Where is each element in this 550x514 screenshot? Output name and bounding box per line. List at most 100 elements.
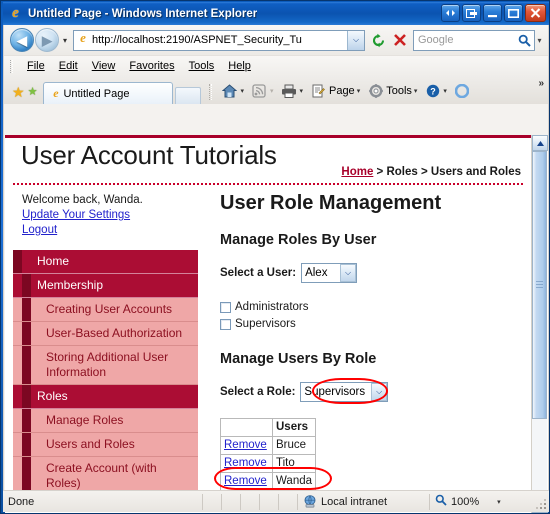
table-row: Remove Bruce [220, 436, 317, 455]
sidebar-item-roles[interactable]: Roles [13, 385, 198, 409]
table-cell-user: Bruce [271, 436, 317, 455]
forward-arrow-icon[interactable]: ▶ [35, 28, 59, 52]
remove-link-tito[interactable]: Remove [224, 457, 267, 469]
browser-window: e Untitled Page - Windows Internet Explo… [0, 0, 550, 514]
users-table-wrap: Users Remove Bruce Remove Tito Remove Wa… [214, 418, 332, 491]
search-provider-caret-icon[interactable]: ▾ [535, 36, 544, 45]
resize-grip[interactable] [536, 499, 547, 510]
security-zone[interactable]: Local intranet [298, 493, 430, 510]
chevron-down-icon[interactable]: ⌵ [340, 264, 357, 282]
forward-glyph: ▶ [42, 32, 52, 48]
menu-item-file-label: File [27, 60, 45, 72]
help-button[interactable]: ? ▾ [421, 81, 450, 100]
table-header-action [220, 418, 273, 437]
role-dropdown[interactable]: Supervisors ⌵ [300, 382, 389, 402]
stop-icon[interactable] [389, 29, 411, 51]
remove-link-bruce[interactable]: Remove [224, 439, 267, 451]
toolbar-separator [209, 84, 213, 100]
update-settings-link[interactable]: Update Your Settings [22, 208, 198, 223]
zoom-control[interactable]: 100% ▾ [430, 494, 506, 510]
browser-chrome: ◀ ▶ ▾ e http://localhost:2190/ASPNET_Sec… [3, 25, 549, 513]
restore-tabs-button[interactable] [441, 4, 460, 22]
minimize-group-button[interactable] [462, 4, 481, 22]
status-pane-3 [241, 493, 260, 510]
menu-item-view[interactable]: View [85, 58, 123, 74]
checkbox-label-administrators: Administrators [235, 301, 309, 313]
zoom-caret-icon[interactable]: ▾ [497, 498, 501, 506]
user-dropdown-value: Alex [305, 267, 328, 279]
sidebar-item-manage-roles[interactable]: Manage Roles [13, 409, 198, 433]
search-input[interactable]: Google [413, 29, 535, 51]
checkbox-row-supervisors[interactable]: Supervisors [220, 316, 520, 332]
toolbar-overflow-icon[interactable]: » [538, 78, 544, 89]
checkbox-row-administrators[interactable]: Administrators [220, 299, 520, 315]
scrollbar-track[interactable] [532, 151, 547, 497]
table-header-users: Users [271, 418, 317, 437]
chevron-down-icon[interactable]: ⌵ [347, 30, 364, 50]
tools-menu-button[interactable]: Tools ▾ [364, 81, 420, 100]
vertical-scrollbar[interactable] [531, 135, 548, 513]
breadcrumb-home-link[interactable]: Home [341, 166, 373, 178]
site-title: User Account Tutorials [21, 140, 277, 170]
logout-link[interactable]: Logout [22, 223, 198, 238]
address-input[interactable]: e http://localhost:2190/ASPNET_Security_… [73, 29, 365, 51]
sidebar-item-storing-additional-user-information[interactable]: Storing Additional User Information [13, 346, 198, 385]
remove-link-wanda[interactable]: Remove [224, 475, 267, 487]
svg-text:?: ? [430, 86, 436, 96]
menu-item-tools-label: Tools [188, 60, 215, 72]
menu-item-favorites-label: Favorites [129, 60, 175, 72]
add-favorite-star-icon[interactable]: ★ [28, 86, 38, 98]
menu-item-favorites[interactable]: Favorites [122, 58, 181, 74]
tools-caret-icon: ▾ [413, 87, 418, 95]
table-cell-action: Remove [220, 454, 273, 473]
scrollbar-thumb[interactable] [532, 151, 547, 419]
menu-item-file[interactable]: File [20, 58, 52, 74]
home-button[interactable]: ▾ [218, 81, 247, 100]
table-cell-user: Wanda [271, 472, 317, 491]
sidebar-item-creating-user-accounts[interactable]: Creating User Accounts [13, 298, 198, 322]
status-pane-4 [260, 493, 279, 510]
status-bar: Done Local intranet 100% ▾ [3, 490, 549, 512]
chevron-down-icon[interactable]: ⌵ [371, 383, 388, 401]
menu-item-edit[interactable]: Edit [52, 58, 85, 74]
window-frame: e Untitled Page - Windows Internet Explo… [0, 0, 550, 514]
sidebar-item-membership[interactable]: Membership [13, 274, 198, 298]
page-menu-button[interactable]: Page ▾ [307, 81, 363, 100]
page-main: User Role Management Manage Roles By Use… [214, 191, 520, 496]
sidebar-item-users-and-roles[interactable]: Users and Roles [13, 433, 198, 457]
refresh-icon[interactable] [367, 29, 389, 51]
status-pane-1 [203, 493, 222, 510]
checkbox-supervisors[interactable] [220, 318, 231, 330]
tab-untitled-page[interactable]: e Untitled Page [43, 82, 174, 104]
zoom-level: 100% [451, 495, 480, 508]
favorites-star-icon[interactable]: ★ [12, 85, 25, 99]
search-placeholder: Google [418, 34, 454, 46]
menu-item-tools[interactable]: Tools [182, 58, 222, 74]
back-arrow-icon[interactable]: ◀ [10, 28, 34, 52]
page-header: User Account Tutorials Home > Roles > Us… [13, 138, 523, 185]
sidebar-item-user-based-authorization[interactable]: User-Based Authorization [13, 322, 198, 346]
minimize-button[interactable] [483, 4, 502, 22]
messenger-button[interactable] [451, 81, 474, 100]
maximize-button[interactable] [504, 4, 523, 22]
print-caret-icon: ▾ [299, 87, 303, 95]
help-caret-icon: ▾ [443, 87, 447, 95]
new-tab-button[interactable] [175, 87, 202, 104]
table-cell-user: Tito [271, 454, 317, 473]
print-button[interactable]: ▾ [277, 81, 306, 100]
sidebar-item-home[interactable]: Home [13, 250, 198, 274]
status-pane-5 [279, 493, 298, 510]
scroll-up-button[interactable] [532, 135, 548, 151]
search-icon[interactable] [514, 30, 534, 51]
menu-item-help[interactable]: Help [221, 58, 258, 74]
checkbox-administrators[interactable] [220, 301, 231, 313]
menu-grip[interactable] [10, 59, 13, 73]
user-dropdown[interactable]: Alex ⌵ [301, 263, 358, 283]
close-button[interactable] [525, 4, 546, 22]
select-role-label: Select a Role: [220, 386, 296, 398]
table-row: Remove Tito [220, 454, 317, 473]
menu-item-view-label: View [91, 60, 116, 72]
recent-pages-caret-icon[interactable]: ▾ [59, 36, 71, 45]
feeds-button[interactable]: ▾ [248, 81, 277, 100]
welcome-block: Welcome back, Wanda. Update Your Setting… [13, 193, 198, 238]
